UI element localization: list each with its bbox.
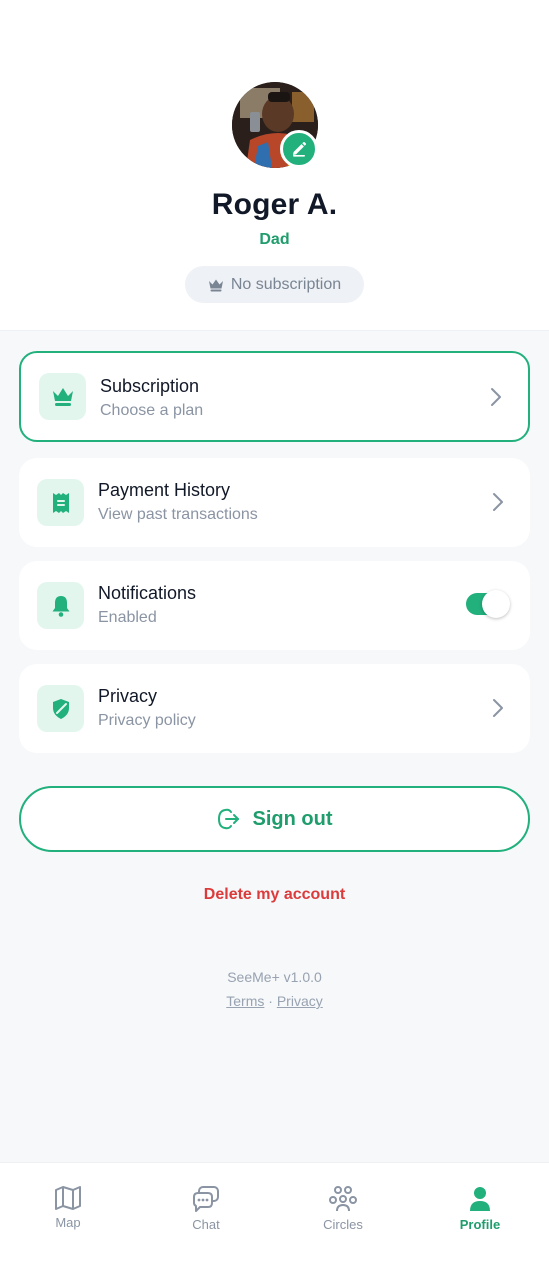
menu-item-subtitle: Enabled (98, 609, 157, 626)
tab-label: Map (55, 1215, 81, 1230)
pencil-icon (293, 141, 307, 157)
chevron-right-icon (493, 699, 503, 717)
subscription-status-text: No subscription (230, 275, 342, 293)
menu-item-title: Notifications (98, 583, 197, 603)
profile-role: Dad (259, 231, 290, 248)
menu-item-payment-history[interactable]: Payment History View past transactions (19, 458, 530, 547)
menu-icon-box (37, 685, 84, 732)
subscription-status-badge: No subscription (185, 266, 364, 303)
menu-item-title: Privacy (98, 686, 158, 706)
avatar-container[interactable] (232, 82, 318, 168)
tab-profile[interactable]: Profile (430, 1185, 530, 1232)
menu-item-title: Subscription (100, 376, 200, 396)
menu-item-title: Payment History (98, 480, 231, 500)
map-icon (55, 1186, 81, 1210)
notifications-toggle[interactable] (466, 590, 510, 618)
tab-circles[interactable]: Circles (293, 1185, 393, 1232)
menu-icon-box (37, 582, 84, 629)
terms-link[interactable]: Terms (226, 993, 264, 1009)
delete-account-link[interactable]: Delete my account (0, 886, 549, 904)
menu-item-subtitle: Privacy policy (98, 712, 196, 729)
bottom-tab-bar: Map Chat Circles Profile (0, 1162, 549, 1280)
link-separator: · (264, 993, 277, 1009)
chat-icon (193, 1186, 219, 1212)
menu-item-subtitle: Choose a plan (100, 402, 204, 419)
toggle-knob (482, 590, 510, 618)
profile-name: Roger A. (211, 188, 338, 221)
menu-icon-box (39, 373, 86, 420)
profile-header: Roger A. Dad No subscription (0, 0, 549, 331)
tab-chat[interactable]: Chat (156, 1185, 256, 1232)
app-version: SeeMe+ v1.0.0 (227, 969, 322, 985)
crown-icon (52, 387, 73, 406)
receipt-icon (52, 492, 69, 513)
tab-map[interactable]: Map (18, 1185, 118, 1230)
chevron-right-icon (491, 388, 501, 406)
sign-out-button[interactable]: Sign out (19, 786, 530, 852)
sign-out-label: Sign out (252, 807, 333, 830)
tab-label: Circles (323, 1217, 363, 1232)
menu-item-notifications[interactable]: Notifications Enabled (19, 561, 530, 650)
menu-item-subscription[interactable]: Subscription Choose a plan (19, 351, 530, 442)
tab-label: Profile (459, 1217, 501, 1232)
circles-icon (329, 1186, 357, 1212)
shield-icon (52, 698, 69, 719)
menu-item-privacy[interactable]: Privacy Privacy policy (19, 664, 530, 753)
crown-icon (208, 279, 223, 291)
menu-icon-box (37, 479, 84, 526)
chevron-right-icon (493, 493, 503, 511)
profile-icon (470, 1187, 490, 1211)
logout-icon (217, 808, 239, 830)
legal-links: Terms · Privacy (0, 993, 549, 1009)
bell-icon (52, 595, 69, 617)
privacy-link[interactable]: Privacy (277, 993, 323, 1009)
edit-avatar-button[interactable] (280, 130, 318, 168)
tab-label: Chat (192, 1217, 220, 1232)
menu-item-subtitle: View past transactions (98, 506, 258, 523)
